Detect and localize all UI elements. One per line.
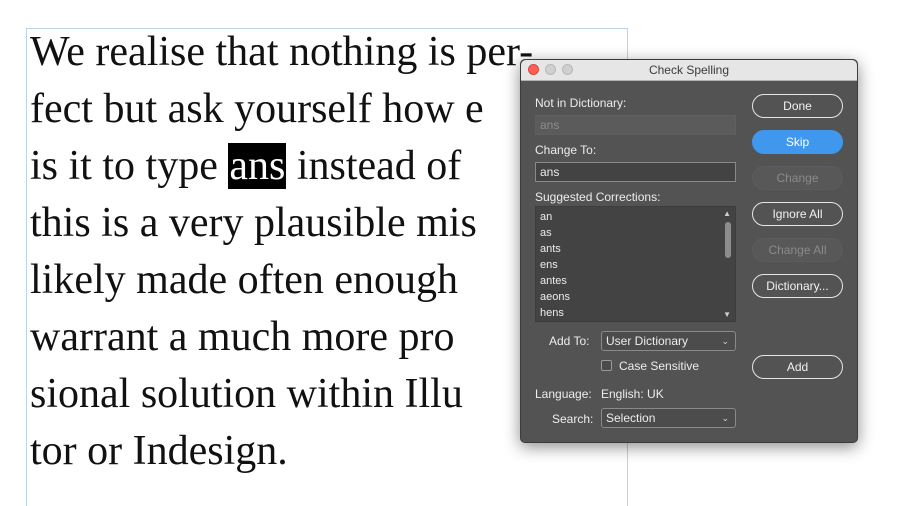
check-spelling-dialog: Check Spelling Not in Dictionary: ans Ch… — [520, 59, 858, 443]
not-in-dictionary-field: ans — [535, 115, 736, 135]
suggestion-item[interactable]: aeons — [536, 289, 735, 305]
dictionary-button[interactable]: Dictionary... — [752, 274, 843, 298]
change-all-button[interactable]: Change All — [752, 238, 843, 262]
change-button[interactable]: Change — [752, 166, 843, 190]
add-button[interactable]: Add — [752, 355, 843, 379]
minimize-window-icon — [545, 64, 556, 75]
case-sensitive-checkbox[interactable] — [601, 360, 612, 371]
done-button[interactable]: Done — [752, 94, 843, 118]
language-value: English: UK — [601, 387, 664, 401]
chevron-down-icon: ⌄ — [721, 336, 729, 346]
suggested-corrections-list[interactable]: an as ants ens antes aeons hens ▲ ▼ — [535, 206, 736, 322]
search-label: Search: — [552, 412, 594, 426]
dialog-title: Check Spelling — [648, 63, 730, 77]
suggestions-scrollbar[interactable]: ▲ ▼ — [723, 208, 734, 320]
add-to-select[interactable]: User Dictionary ⌄ — [601, 331, 736, 351]
scrollbar-thumb[interactable] — [725, 222, 731, 258]
language-label: Language: — [535, 387, 592, 401]
suggestion-item[interactable]: as — [536, 225, 735, 241]
ignore-all-button[interactable]: Ignore All — [752, 202, 843, 226]
chevron-down-icon: ⌄ — [721, 413, 729, 423]
highlighted-misspelled-word[interactable]: ans — [228, 143, 287, 189]
scroll-down-icon[interactable]: ▼ — [723, 310, 731, 319]
dialog-titlebar[interactable]: Check Spelling — [521, 60, 857, 81]
zoom-window-icon — [562, 64, 573, 75]
change-to-input[interactable] — [535, 162, 736, 182]
not-in-dictionary-label: Not in Dictionary: — [535, 96, 627, 110]
case-sensitive-label[interactable]: Case Sensitive — [619, 359, 699, 373]
document-line-segment: is it to type — [30, 143, 218, 189]
add-to-label: Add To: — [549, 334, 590, 348]
search-scope-select[interactable]: Selection ⌄ — [601, 408, 736, 428]
change-to-label: Change To: — [535, 143, 597, 157]
suggestion-item[interactable]: an — [536, 209, 735, 225]
search-scope-value: Selection — [606, 411, 656, 425]
skip-button[interactable]: Skip — [752, 130, 843, 154]
suggestion-item[interactable]: ens — [536, 257, 735, 273]
document-line-segment: instead of — [296, 143, 462, 189]
suggestion-item[interactable]: ants — [536, 241, 735, 257]
close-window-icon[interactable] — [528, 64, 539, 75]
suggestion-item[interactable]: hens — [536, 305, 735, 321]
scroll-up-icon[interactable]: ▲ — [723, 209, 731, 218]
add-to-value: User Dictionary — [606, 334, 689, 348]
suggestion-item[interactable]: antes — [536, 273, 735, 289]
suggested-corrections-label: Suggested Corrections: — [535, 190, 661, 204]
